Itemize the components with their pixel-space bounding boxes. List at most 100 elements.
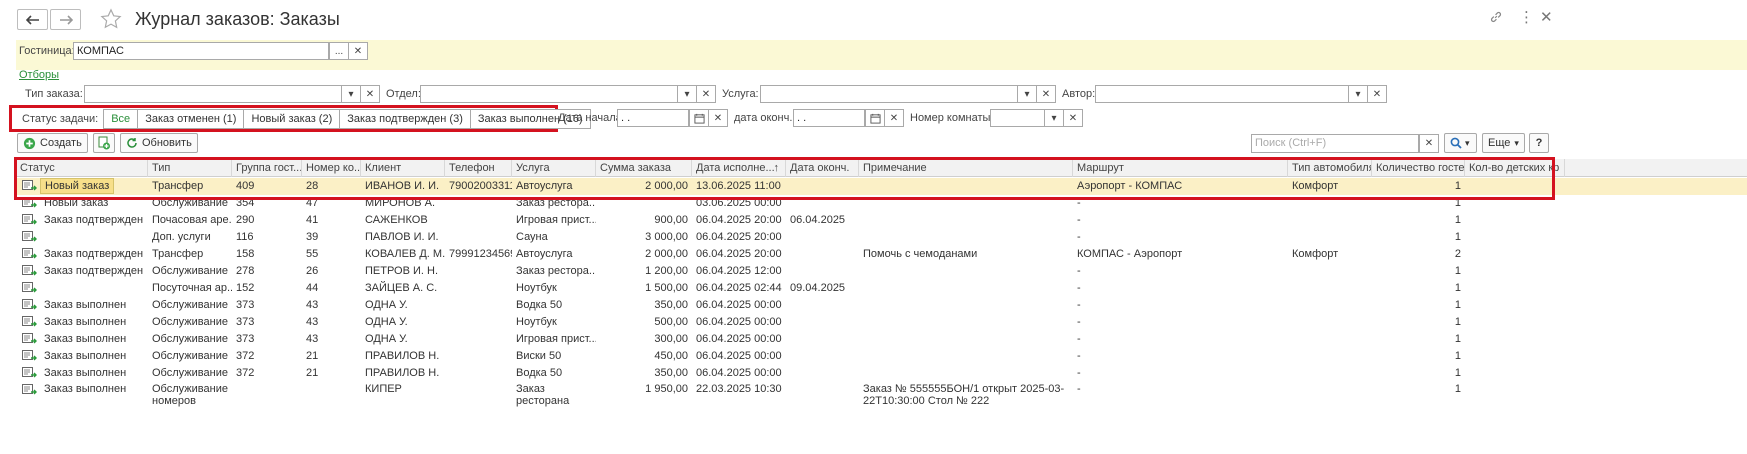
close-icon: ✕ (1540, 9, 1553, 26)
order-type-dropdown[interactable]: ▾ (341, 85, 361, 103)
service-dropdown[interactable]: ▾ (1017, 85, 1037, 103)
search-button[interactable]: ▾ (1444, 133, 1477, 153)
table-row[interactable]: Заказ выполнен Обслуживание ... 373 43 ОДНА … (16, 297, 1747, 314)
order-status-icon (22, 333, 37, 348)
more-menu-button[interactable]: ⋮ (1519, 8, 1534, 26)
table-cell: 06.04.2025 20:00 (696, 248, 782, 260)
refresh-button[interactable]: Обновить (120, 133, 198, 153)
room-dropdown[interactable]: ▾ (1044, 109, 1064, 127)
refresh-button-label: Обновить (142, 137, 192, 149)
table-row[interactable]: Заказ подтвержден Обслуживание ... 278 26 ПЕ… (16, 263, 1747, 280)
room-clear[interactable]: ✕ (1063, 109, 1083, 127)
calendar-icon (693, 113, 705, 124)
table-row[interactable]: Заказ подтвержден Почасовая аре... 290 41 СА… (16, 212, 1747, 229)
order-status-icon (22, 384, 37, 399)
copy-button[interactable] (93, 133, 115, 153)
link-button[interactable] (1489, 10, 1503, 28)
table-row[interactable]: Заказ выполнен Обслуживание ... 373 43 ОДНА … (16, 331, 1747, 348)
start-date-input[interactable]: . . (617, 109, 689, 127)
table-cell (1465, 331, 1565, 348)
status-cell: Заказ выполнен (16, 365, 148, 382)
table-row[interactable]: Заказ выполнен Обслуживание ... 372 21 ПРАВИ… (16, 348, 1747, 365)
table-cell: 43 (306, 333, 319, 345)
search-input[interactable]: Поиск (Ctrl+F) (1251, 134, 1419, 153)
filters-link[interactable]: Отборы (19, 69, 59, 81)
table-cell (1288, 314, 1372, 331)
status-filter-options: Все Заказ отменен (1) Новый заказ (2) За… (103, 109, 591, 129)
search-clear-button[interactable]: ✕ (1419, 134, 1439, 153)
status-option-all[interactable]: Все (104, 110, 139, 128)
table-cell (445, 280, 512, 297)
table-row[interactable]: Заказ подтвержден Трансфер 158 55 КОВАЛЕВ Д.… (16, 246, 1747, 263)
hotel-clear-button[interactable]: ✕ (348, 42, 368, 60)
table-cell: 2 (1454, 248, 1461, 260)
table-cell: 06.04.2025 00:00 (696, 316, 782, 328)
start-date-clear[interactable]: ✕ (708, 109, 728, 127)
table-cell (302, 382, 361, 410)
table-cell: Водка 50 (516, 299, 563, 311)
start-date-calendar-button[interactable] (689, 109, 709, 127)
back-button[interactable] (17, 9, 48, 30)
department-input[interactable] (420, 85, 678, 103)
end-date-input[interactable]: . . (793, 109, 865, 127)
create-button[interactable]: Создать (17, 133, 88, 153)
status-option-new[interactable]: Новый заказ (2) (244, 110, 341, 128)
table-row[interactable]: Заказ выполнен Обслуживание ... 373 43 ОДНА … (16, 314, 1747, 331)
table-cell: Игровая прист... (516, 214, 596, 226)
favorite-button[interactable] (100, 8, 122, 33)
star-icon (100, 8, 122, 29)
table-cell: Сауна (516, 231, 548, 243)
status-option-confirmed[interactable]: Заказ подтвержден (3) (340, 110, 471, 128)
hotel-select-button[interactable]: ... (329, 42, 349, 60)
room-input[interactable] (990, 109, 1045, 127)
table-cell: 55 (306, 248, 319, 260)
table-cell: Обслуживание ... (152, 367, 232, 379)
end-date-calendar-button[interactable] (865, 109, 885, 127)
table-row[interactable]: Доп. услуги 116 39 ПАВЛОВ И. И. Сауна 3 000,0… (16, 229, 1747, 246)
table-cell (445, 382, 512, 410)
table-cell (859, 280, 1073, 297)
clear-icon: ✕ (713, 112, 723, 124)
table-cell: 1 (1454, 316, 1461, 328)
author-clear[interactable]: ✕ (1367, 85, 1387, 103)
order-type-input[interactable] (84, 85, 342, 103)
author-dropdown[interactable]: ▾ (1348, 85, 1368, 103)
table-cell (1465, 297, 1565, 314)
end-date-clear[interactable]: ✕ (884, 109, 904, 127)
table-row[interactable]: Заказ выполнен Обслуживание номеров КИПЕР З… (16, 382, 1747, 410)
status-text: Заказ подтвержден (44, 248, 144, 260)
status-cell: Заказ выполнен (16, 331, 148, 348)
calendar-icon (869, 113, 881, 124)
forward-button[interactable] (50, 9, 81, 30)
table-cell: 09.04.2025 (790, 282, 846, 294)
more-button[interactable]: Еще ▾ (1482, 133, 1525, 153)
status-cell: Заказ выполнен (16, 382, 148, 410)
table-cell (786, 382, 859, 410)
help-button[interactable]: ? (1529, 133, 1549, 153)
department-clear[interactable]: ✕ (696, 85, 716, 103)
status-text: Заказ подтвержден (44, 265, 144, 277)
department-dropdown[interactable]: ▾ (677, 85, 697, 103)
chevron-down-icon: ▾ (1051, 112, 1057, 124)
author-input[interactable] (1095, 85, 1349, 103)
service-input[interactable] (760, 85, 1018, 103)
hotel-label: Гостиница: (19, 45, 75, 57)
close-window-button[interactable]: ✕ (1540, 8, 1553, 26)
table-row[interactable]: Заказ выполнен Обслуживание ... 372 21 ПРАВИ… (16, 365, 1747, 382)
table-cell: КИПЕР (365, 383, 402, 395)
table-cell: Почасовая аре... (152, 214, 232, 226)
table-cell: 1 (1454, 282, 1461, 294)
table-cell: ПАВЛОВ И. И. (365, 231, 439, 243)
status-option-cancelled[interactable]: Заказ отменен (1) (138, 110, 245, 128)
table-cell: 06.04.2025 02:44 (696, 282, 782, 294)
chevron-down-icon: ▾ (1465, 137, 1470, 148)
table-cell: - (1077, 316, 1081, 328)
arrow-right-icon (59, 14, 73, 25)
table-row[interactable]: Посуточная ар... 152 44 ЗАЙЦЕВ А. С. Ноутбук… (16, 280, 1747, 297)
order-type-clear[interactable]: ✕ (360, 85, 380, 103)
hotel-input[interactable]: КОМПАС (73, 42, 329, 60)
service-clear[interactable]: ✕ (1036, 85, 1056, 103)
table-cell (859, 348, 1073, 365)
table-cell: ЗАЙЦЕВ А. С. (365, 282, 438, 294)
table-cell: - (1077, 265, 1081, 277)
